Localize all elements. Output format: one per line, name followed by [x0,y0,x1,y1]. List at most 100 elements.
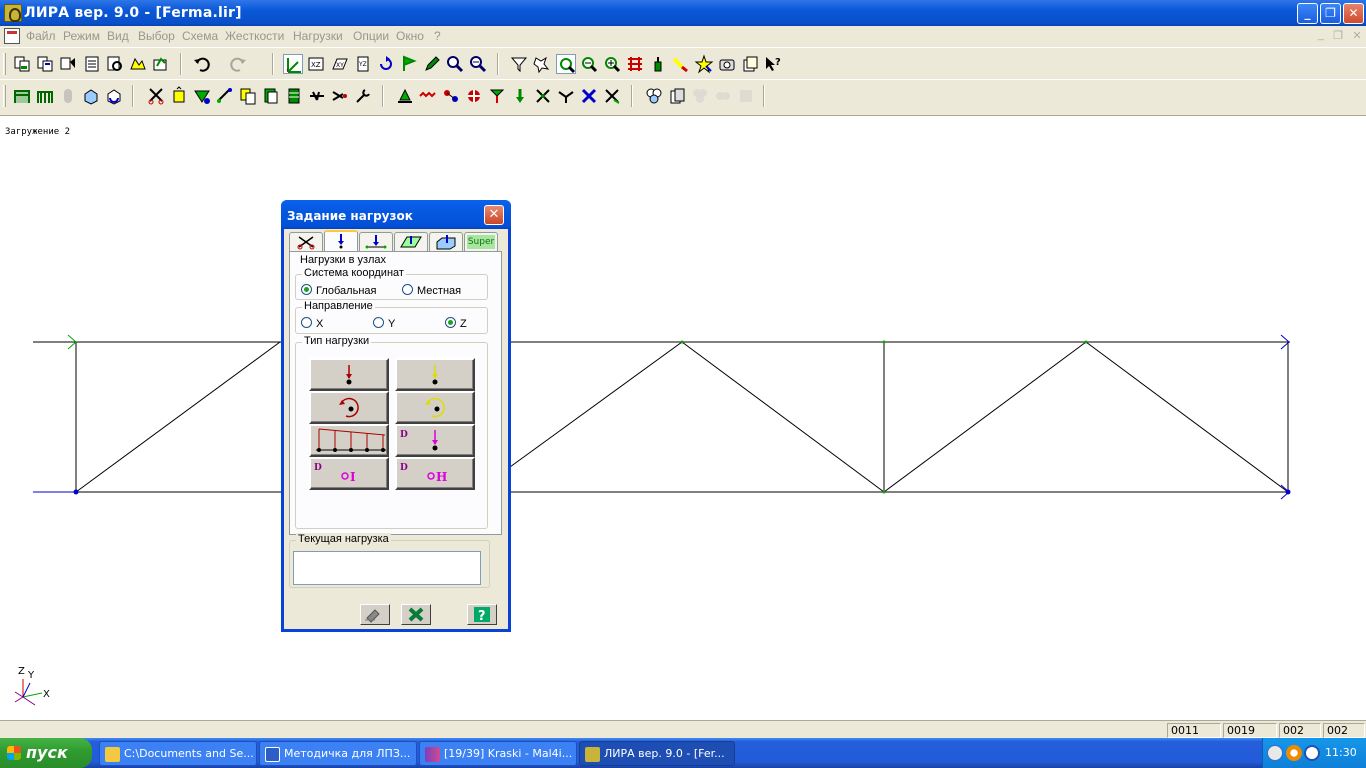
documents-stack-icon[interactable] [740,54,760,74]
xz-plane-icon[interactable]: XZ [306,54,326,74]
tab-nodal-load[interactable] [324,230,358,253]
cluster-disabled-icon[interactable] [690,86,710,106]
menu-scheme[interactable]: Схема [182,29,218,43]
pencil-icon[interactable] [422,54,442,74]
target-icon[interactable] [464,86,484,106]
tab-bar-load[interactable] [359,232,393,252]
tab-super[interactable]: Super [464,232,498,252]
flag-icon[interactable] [399,54,419,74]
zoom-plus-icon[interactable] [602,54,622,74]
document-icon[interactable] [4,28,20,44]
frame-icon[interactable] [12,86,32,106]
dialog-close-button[interactable]: ✕ [484,205,504,225]
bottle-icon[interactable] [648,54,668,74]
tray-network-icon[interactable] [1304,745,1320,761]
cluster-disabled-icon[interactable] [736,86,756,106]
cube-rotate-icon[interactable] [104,86,124,106]
dynamic-impulse-button[interactable]: DI [309,457,389,490]
fragment-icon[interactable] [532,54,552,74]
grid-frame-icon[interactable] [625,54,645,74]
menu-loads[interactable]: Нагрузки [293,29,343,43]
zoom-minus-icon[interactable] [579,54,599,74]
columns-icon[interactable] [35,86,55,106]
menu-options[interactable]: Опции [353,29,389,43]
document-text-icon[interactable] [82,54,102,74]
cube-icon[interactable] [81,86,101,106]
menu-file[interactable]: Файл [26,29,56,43]
help-button[interactable]: ? [467,604,497,625]
truss-diagram[interactable]: Z Y X [0,117,1366,720]
menu-view[interactable]: Вид [107,29,129,43]
xy-plane-icon[interactable]: XY [330,54,350,74]
task-messenger[interactable]: [19/39] Kraski - Mal4i... [419,741,577,766]
nodes-move-icon[interactable] [215,86,235,106]
back-arrow-icon[interactable] [1267,745,1283,761]
cluster-disabled-icon[interactable] [713,86,733,106]
dynamic-force-button[interactable]: D [395,424,475,457]
mdi-minimize-button[interactable]: _ [1314,29,1328,42]
cancel-button[interactable] [401,604,431,625]
close-button[interactable]: ✕ [1343,3,1364,24]
radio-global[interactable]: Глобальная [301,284,376,297]
toolbar-grip[interactable] [3,85,6,107]
load-case-icon[interactable] [487,86,507,106]
mdi-close-button[interactable]: ✕ [1350,29,1364,42]
task-word[interactable]: Методичка для ЛПЗ... [259,741,417,766]
zoom-window-icon[interactable] [556,54,576,74]
search-file-icon[interactable] [105,54,125,74]
force-down-icon[interactable] [510,86,530,106]
tray-app-icon[interactable] [1286,745,1302,761]
minimize-button[interactable]: _ [1297,3,1318,24]
yz-plane-icon[interactable]: YZ [353,54,373,74]
menu-mode[interactable]: Режим [63,29,100,43]
lira-app-icon[interactable] [4,4,22,22]
dialog-titlebar[interactable]: Задание нагрузок ✕ [281,200,511,229]
menu-window[interactable]: Окно [396,29,424,43]
radio-local[interactable]: Местная [402,284,461,297]
sheets-icon[interactable] [667,86,687,106]
moment-button[interactable] [309,391,389,424]
save-file-icon[interactable] [58,54,78,74]
maximize-button[interactable]: ❐ [1320,3,1341,24]
tab-delete-load[interactable] [289,232,323,252]
triangle-select-icon[interactable] [192,86,212,106]
radio-z[interactable]: Z [445,317,467,330]
star-select-icon[interactable] [694,54,714,74]
stack-icon[interactable] [284,86,304,106]
camera-icon[interactable] [717,54,737,74]
moment-alt-button[interactable] [395,391,475,424]
distributed-load-button[interactable] [309,424,389,457]
link-nodes-icon[interactable] [441,86,461,106]
cross-nodes-icon[interactable] [533,86,553,106]
menu-help[interactable]: ? [434,29,441,43]
start-button[interactable]: пуск [0,738,92,768]
new-file-icon[interactable] [12,54,32,74]
rotate-icon[interactable] [376,54,396,74]
toolbar-grip[interactable] [3,53,6,75]
tab-solid-load[interactable] [429,232,463,252]
mdi-restore-button[interactable]: ❐ [1331,29,1345,42]
hinge-chain-icon[interactable] [418,86,438,106]
fork-icon[interactable] [556,86,576,106]
redo-icon[interactable] [228,54,248,74]
export-icon[interactable] [151,54,171,74]
x-cross-icon[interactable] [579,86,599,106]
support-icon[interactable] [395,86,415,106]
radio-x[interactable]: X [301,317,323,330]
wrench-icon[interactable] [353,86,373,106]
radio-y[interactable]: Y [373,317,395,330]
model-workspace[interactable]: Загружение 2 Z Y X [0,117,1366,720]
cluster-icon[interactable] [644,86,664,106]
axes-icon[interactable] [283,54,303,74]
apply-button[interactable] [360,604,390,625]
merge-bar-icon[interactable] [330,86,350,106]
tab-plate-load[interactable] [394,232,428,252]
scissors-icon[interactable] [146,86,166,106]
print-icon[interactable] [128,54,148,74]
concentrated-force-alt-button[interactable] [395,358,475,391]
dynamic-harmonic-button[interactable]: DH [395,457,475,490]
menu-select[interactable]: Выбор [138,29,175,43]
menu-stiffness[interactable]: Жесткости [225,29,284,43]
zoom-out-icon[interactable] [468,54,488,74]
zoom-in-icon[interactable] [445,54,465,74]
